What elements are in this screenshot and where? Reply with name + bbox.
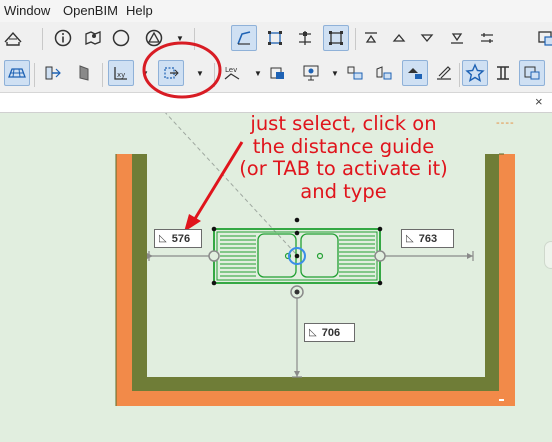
dimension-value-left: 576 [171,232,191,245]
map-pin-icon[interactable] [80,25,106,51]
view-tab-strip: × [0,93,552,113]
star-icon[interactable] [462,60,488,86]
info-icon[interactable] [50,25,76,51]
column-icon[interactable] [490,60,516,86]
dimension-input-right[interactable]: ◺ 763 [401,229,454,248]
right-guide-node [374,250,386,262]
dropdown-arrow-icon[interactable]: ▼ [254,69,262,78]
align-bottom-icon[interactable] [444,25,470,51]
door-icon[interactable] [71,60,97,86]
window-icon[interactable] [533,25,552,51]
standard-toolbar: ▼ [0,22,552,55]
highlight-circle [142,41,222,99]
annotation-arrow [191,141,244,223]
dimension-icon: ◺ [309,327,317,338]
display-icon[interactable] [298,60,324,86]
svg-text:Lev: Lev [225,66,237,74]
menu-openbim[interactable]: OpenBIM [63,3,118,18]
dimension-input-bottom[interactable]: ◺ 706 [304,323,355,342]
close-tab-icon[interactable]: × [535,94,543,109]
trace-reference-icon[interactable] [231,25,257,51]
move-xy-icon[interactable]: xy [108,60,134,86]
dropdown-arrow-icon[interactable]: ▼ [331,69,339,78]
element-info-icon[interactable] [264,60,290,86]
menu-help[interactable]: Help [126,3,153,18]
wall-icon[interactable] [40,60,66,86]
arrow-up-icon[interactable] [386,25,412,51]
design-toolbar: xy ▼ ▼ Lev ▼ ▼ [0,55,552,93]
label-icon[interactable] [371,60,397,86]
arrow-down-icon[interactable] [414,25,440,51]
roof-icon[interactable] [0,25,26,51]
layer-icon[interactable] [519,60,545,86]
annotation-text: just select, click on the distance guide… [239,112,448,203]
menu-window[interactable]: Window [4,3,50,18]
fit-selection-icon[interactable] [262,25,288,51]
left-guide-node [208,250,220,262]
bounding-box-icon[interactable] [323,25,349,51]
panel-handle[interactable] [544,241,552,269]
dimension-icon: ◺ [159,233,167,244]
snap-grid-icon[interactable] [292,25,318,51]
layer-toggle-icon[interactable] [474,25,500,51]
dash-marker: ---- [496,117,515,129]
detail-icon[interactable] [402,60,428,86]
dimension-value-right: 763 [418,232,438,245]
dimension-input-left[interactable]: ◺ 576 [154,229,202,248]
svg-text:xy: xy [117,71,125,79]
slab-icon[interactable] [4,60,30,86]
align-top-icon[interactable] [358,25,384,51]
edit-icon[interactable] [431,60,457,86]
dimension-icon: ◺ [406,233,414,244]
menu-bar: Window OpenBIM Help [0,0,552,22]
tag-icon[interactable] [342,60,368,86]
compass-icon[interactable] [108,25,134,51]
dimension-value-bottom: 706 [321,326,341,339]
